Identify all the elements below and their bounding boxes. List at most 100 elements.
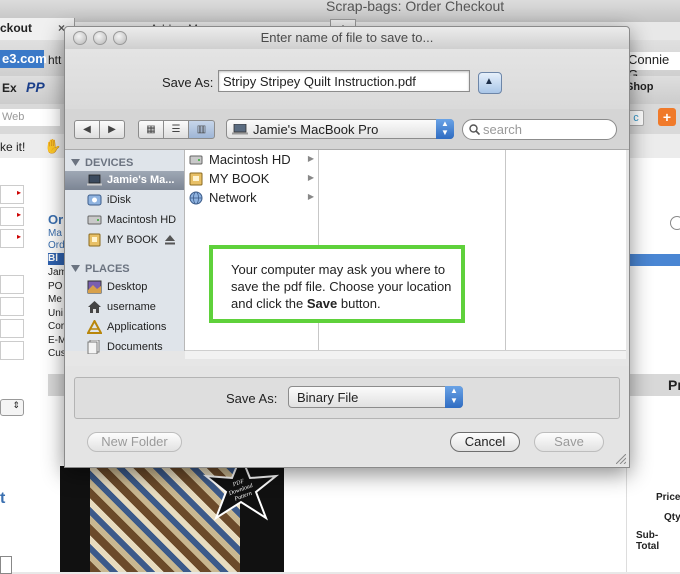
chevron-right-icon: ▶ [307, 192, 314, 201]
form-field[interactable] [0, 341, 24, 360]
order-link[interactable]: Ord [48, 240, 65, 252]
paypal-bookmark[interactable]: PP [26, 79, 45, 95]
sidebar-item-label: Jamie's Ma... [107, 174, 175, 186]
dialog-title: Enter name of file to save to... [260, 30, 434, 45]
collapse-dialog-button[interactable]: ▲ [478, 72, 502, 94]
location-popup[interactable]: Jamie's MacBook Pro ▲ ▼ [226, 119, 454, 139]
add-icon[interactable]: + [658, 108, 676, 126]
back-button[interactable]: ◀ [74, 120, 100, 139]
columns-icon: ▥ [196, 124, 207, 135]
url-field[interactable]: htt [48, 53, 61, 67]
browser-column-3 [506, 150, 626, 351]
search-input[interactable]: search [462, 119, 617, 140]
column-item-my-book[interactable]: MY BOOK ▶ [185, 170, 318, 189]
applications-icon [87, 320, 102, 334]
places-header: PLACES [85, 263, 130, 275]
form-field[interactable]: ▸ [0, 185, 24, 204]
save-button[interactable]: Save [534, 432, 604, 452]
disclosure-triangle-icon[interactable] [71, 159, 80, 167]
cancel-button[interactable]: Cancel [450, 432, 520, 452]
home-icon [88, 301, 101, 313]
column-view-button[interactable]: ▥ [188, 120, 215, 139]
instruction-bold-save: Save [306, 296, 338, 311]
bookmark-ex[interactable]: Ex [2, 81, 17, 95]
sidebar-item-applications[interactable]: Applications [65, 318, 184, 337]
price-label: Price [656, 492, 680, 503]
order-links: Ma Ord [48, 228, 65, 252]
web-search-input[interactable]: Web [0, 109, 60, 126]
eject-icon[interactable] [165, 235, 175, 245]
instruction-text-end: button. [337, 296, 381, 311]
list-icon: ☰ [171, 124, 181, 135]
sidebar-item-jamies-macbook[interactable]: Jamie's Ma... [65, 171, 184, 190]
hard-drive-icon [189, 155, 203, 165]
sidebar-item-label: Documents [107, 341, 163, 353]
sidebar-item-label: Desktop [107, 281, 148, 293]
subtotal-label: Sub-Total [636, 530, 660, 552]
form-field[interactable] [0, 275, 24, 294]
billing-badge: Bl [48, 253, 64, 265]
file-format-popup[interactable]: Binary File ▲ ▼ [288, 386, 463, 408]
column-item-label: Macintosh HD [209, 152, 291, 167]
horizontal-scrollbar[interactable] [185, 350, 626, 359]
form-field[interactable] [0, 319, 24, 338]
file-format-value: Binary File [297, 390, 359, 405]
user-name-field[interactable]: Connie G [628, 52, 680, 82]
filename-input[interactable]: Stripy Stripey Quilt Instruction.pdf [218, 70, 470, 92]
site-identity-badge[interactable]: e3.com [0, 50, 47, 68]
qty-label: Qty [664, 512, 680, 523]
form-field[interactable]: ▸ [0, 207, 24, 226]
sidebar-item-label: username [107, 301, 156, 313]
instruction-callout: Your computer may ask you where to save … [209, 245, 465, 323]
new-folder-button[interactable]: New Folder [87, 432, 182, 452]
thumbs-down-icon[interactable]: ✋ [44, 138, 61, 155]
radio-button[interactable] [670, 216, 680, 230]
toolbar-c-icon[interactable]: c [628, 110, 644, 126]
column-item-network[interactable]: Network ▶ [185, 189, 318, 208]
sidebar-item-desktop[interactable]: Desktop [65, 278, 184, 297]
tab-label: ckout [0, 21, 33, 35]
documents-icon [87, 340, 100, 354]
hard-drive-icon [87, 215, 102, 225]
resize-grip-icon[interactable] [616, 454, 626, 464]
chevron-right-icon: ▶ [307, 173, 314, 182]
globe-icon [189, 191, 203, 205]
forward-button[interactable]: ▶ [99, 120, 125, 139]
sidebar-item-username[interactable]: username [65, 298, 184, 317]
instruction-text: Your computer may ask you where to save … [231, 261, 461, 312]
column-item-label: Network [209, 190, 257, 205]
sidebar-item-label: Macintosh HD [107, 214, 177, 226]
list-view-button[interactable]: ☰ [163, 120, 189, 139]
sidebar-item-my-book[interactable]: MY BOOK [65, 231, 184, 250]
icon-view-button[interactable]: ▦ [138, 120, 164, 139]
grid-icon: ▦ [146, 124, 156, 135]
save-as-label: Save As: [162, 75, 214, 90]
blue-bar [626, 254, 680, 266]
updown-arrows-icon: ▲ ▼ [436, 119, 454, 139]
form-field[interactable] [0, 297, 24, 316]
sidebar-item-idisk[interactable]: iDisk [65, 191, 184, 210]
sidebar-item-documents[interactable]: Documents [65, 338, 184, 357]
external-drive-icon [88, 233, 101, 247]
sidebar-item-macintosh-hd[interactable]: Macintosh HD [65, 211, 184, 230]
updown-arrows-icon: ▲ ▼ [445, 386, 463, 408]
bookmark-shop[interactable]: Shop [626, 81, 654, 93]
sidebar-item-label: iDisk [107, 194, 131, 206]
order-link[interactable]: Ma [48, 228, 64, 240]
column-item-label: MY BOOK [209, 171, 270, 186]
form-field[interactable]: ▸ [0, 229, 24, 248]
dialog-title-bar: Enter name of file to save to... [65, 27, 629, 50]
column-item-macintosh-hd[interactable]: Macintosh HD ▶ [185, 151, 318, 170]
like-it-button[interactable]: ke it! [0, 140, 25, 154]
chevron-right-icon: ▶ [307, 154, 314, 163]
sidebar-item-label: Applications [107, 321, 167, 333]
select-dropdown[interactable]: ⇕ [0, 399, 24, 416]
products-heading: Pr [668, 377, 680, 393]
laptop-icon [87, 174, 102, 186]
idisk-icon [87, 194, 102, 206]
small-thumbnail[interactable] [0, 556, 12, 574]
disclosure-triangle-icon[interactable] [71, 265, 80, 273]
search-icon [469, 124, 480, 135]
dialog-sidebar: DEVICES Jamie's Ma... iDisk Macintosh HD… [65, 150, 185, 354]
chevron-down-icon: ⇕ [12, 400, 20, 410]
